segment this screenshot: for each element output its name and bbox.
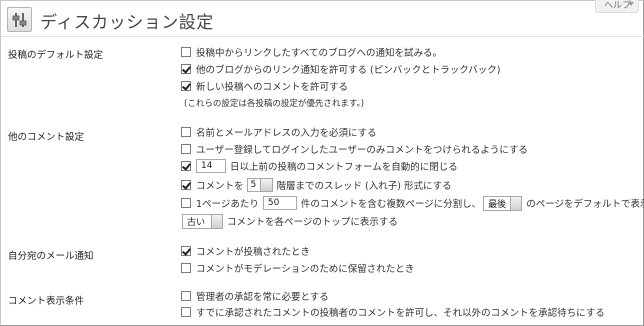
default-page-select[interactable]: 最後 (483, 195, 523, 211)
option-label: 件のコメントを含む複数ページに分割し、 (300, 199, 482, 210)
select-value: 最後 (488, 199, 507, 210)
checkbox[interactable] (181, 198, 191, 208)
comments-per-page-input[interactable]: 50 (262, 196, 297, 210)
thread-depth-select[interactable]: 5 (246, 178, 261, 192)
default-post-note: (これらの設定は各投稿の設定が優先されます。) (184, 99, 365, 109)
page-title: ディスカッション設定 (40, 13, 214, 33)
page-header: ディスカッション設定 (7, 7, 639, 33)
option-require-name-email[interactable]: 名前とメールアドレスの入力を必須にする (181, 124, 377, 140)
dropdown-button[interactable] (211, 214, 223, 228)
settings-window: ディスカッション設定 ヘルプ 投稿のデフォルト設定 投稿中からリンクしたすべての… (0, 0, 644, 326)
option-close-comments[interactable]: 14 日以上前の投稿のコメントフォームを自動的に閉じる (181, 158, 458, 174)
option-label: のページをデフォルトで表示する (526, 199, 644, 210)
help-button[interactable]: ヘルプ (595, 0, 639, 13)
help-label: ヘルプ (604, 1, 632, 11)
chevron-down-icon (628, 2, 634, 6)
option-registered-only[interactable]: ユーザー登録してログインしたユーザーのみコメントをつけられるようにする (181, 141, 528, 157)
option-label: ユーザー登録してログインしたユーザーのみコメントをつけられるようにする (196, 145, 528, 156)
header-divider (1, 36, 644, 37)
checkbox[interactable] (181, 144, 191, 154)
option-label: 名前とメールアドレスの入力を必須にする (196, 128, 377, 139)
option-label: 階層までのスレッド (入れ子) 形式にする (276, 181, 452, 192)
section-label-before-comment: コメント表示条件 (8, 296, 85, 307)
section-label-default-post: 投稿のデフォルト設定 (8, 50, 104, 61)
option-allow-pings[interactable]: 他のブログからのリンク通知を許可する (ピンバックとトラックバック) (181, 61, 500, 77)
settings-sliders-icon (7, 7, 32, 32)
option-label: 他のブログからのリンク通知を許可する (ピンバックとトラックバック) (196, 65, 501, 76)
option-label: 1ページあたり (196, 199, 259, 210)
option-label: 管理者の承認を常に必要とする (196, 292, 329, 303)
checkbox[interactable] (181, 161, 191, 171)
option-whitelist-approved[interactable]: すでに承認されたコメントの投稿者のコメントを許可し、それ以外のコメントを承認待ち… (181, 304, 605, 320)
checkbox[interactable] (181, 180, 191, 190)
dropdown-button[interactable] (510, 196, 522, 210)
checkbox[interactable] (181, 64, 191, 74)
option-comment-order: 古い コメントを各ページのトップに表示する (182, 213, 398, 229)
option-email-on-comment[interactable]: コメントが投稿されたとき (181, 243, 310, 259)
option-label: 日以上前の投稿のコメントフォームを自動的に閉じる (230, 162, 458, 173)
option-label: すでに承認されたコメントの投稿者のコメントを許可し、それ以外のコメントを承認待ち… (196, 308, 605, 319)
option-label: 投稿中からリンクしたすべてのブログへの通知を試みる。 (196, 48, 442, 59)
dropdown-button[interactable] (260, 178, 273, 192)
option-allow-comments[interactable]: 新しい投稿へのコメントを許可する (181, 78, 348, 94)
checkbox[interactable] (181, 81, 191, 91)
checkbox[interactable] (181, 127, 191, 137)
checkbox[interactable] (181, 291, 191, 301)
checkbox[interactable] (181, 47, 191, 57)
option-label: コメントを各ページのトップに表示する (227, 217, 398, 228)
checkbox[interactable] (181, 307, 191, 317)
select-value: 古い (187, 217, 206, 228)
option-label: コメントを (196, 181, 244, 192)
option-label: コメントが投稿されたとき (196, 247, 311, 258)
option-email-on-moderation[interactable]: コメントがモデレーションのために保留されたとき (181, 260, 414, 276)
option-label: 新しい投稿へのコメントを許可する (196, 82, 349, 93)
close-days-input[interactable]: 14 (196, 159, 226, 173)
option-attempt-notify[interactable]: 投稿中からリンクしたすべてのブログへの通知を試みる。 (181, 44, 442, 60)
checkbox[interactable] (181, 263, 191, 273)
comment-order-select[interactable]: 古い (182, 213, 224, 229)
option-thread-comments[interactable]: コメントを 5 階層までのスレッド (入れ子) 形式にする (181, 177, 452, 193)
option-moderation-always[interactable]: 管理者の承認を常に必要とする (181, 288, 329, 304)
option-paginate-comments[interactable]: 1ページあたり 50 件のコメントを含む複数ページに分割し、 最後 のページをデ… (181, 195, 644, 211)
section-label-other-comment: 他のコメント設定 (8, 132, 85, 143)
option-label: コメントがモデレーションのために保留されたとき (196, 264, 415, 275)
checkbox[interactable] (181, 246, 191, 256)
section-label-email-me: 自分宛のメール通知 (8, 251, 94, 262)
